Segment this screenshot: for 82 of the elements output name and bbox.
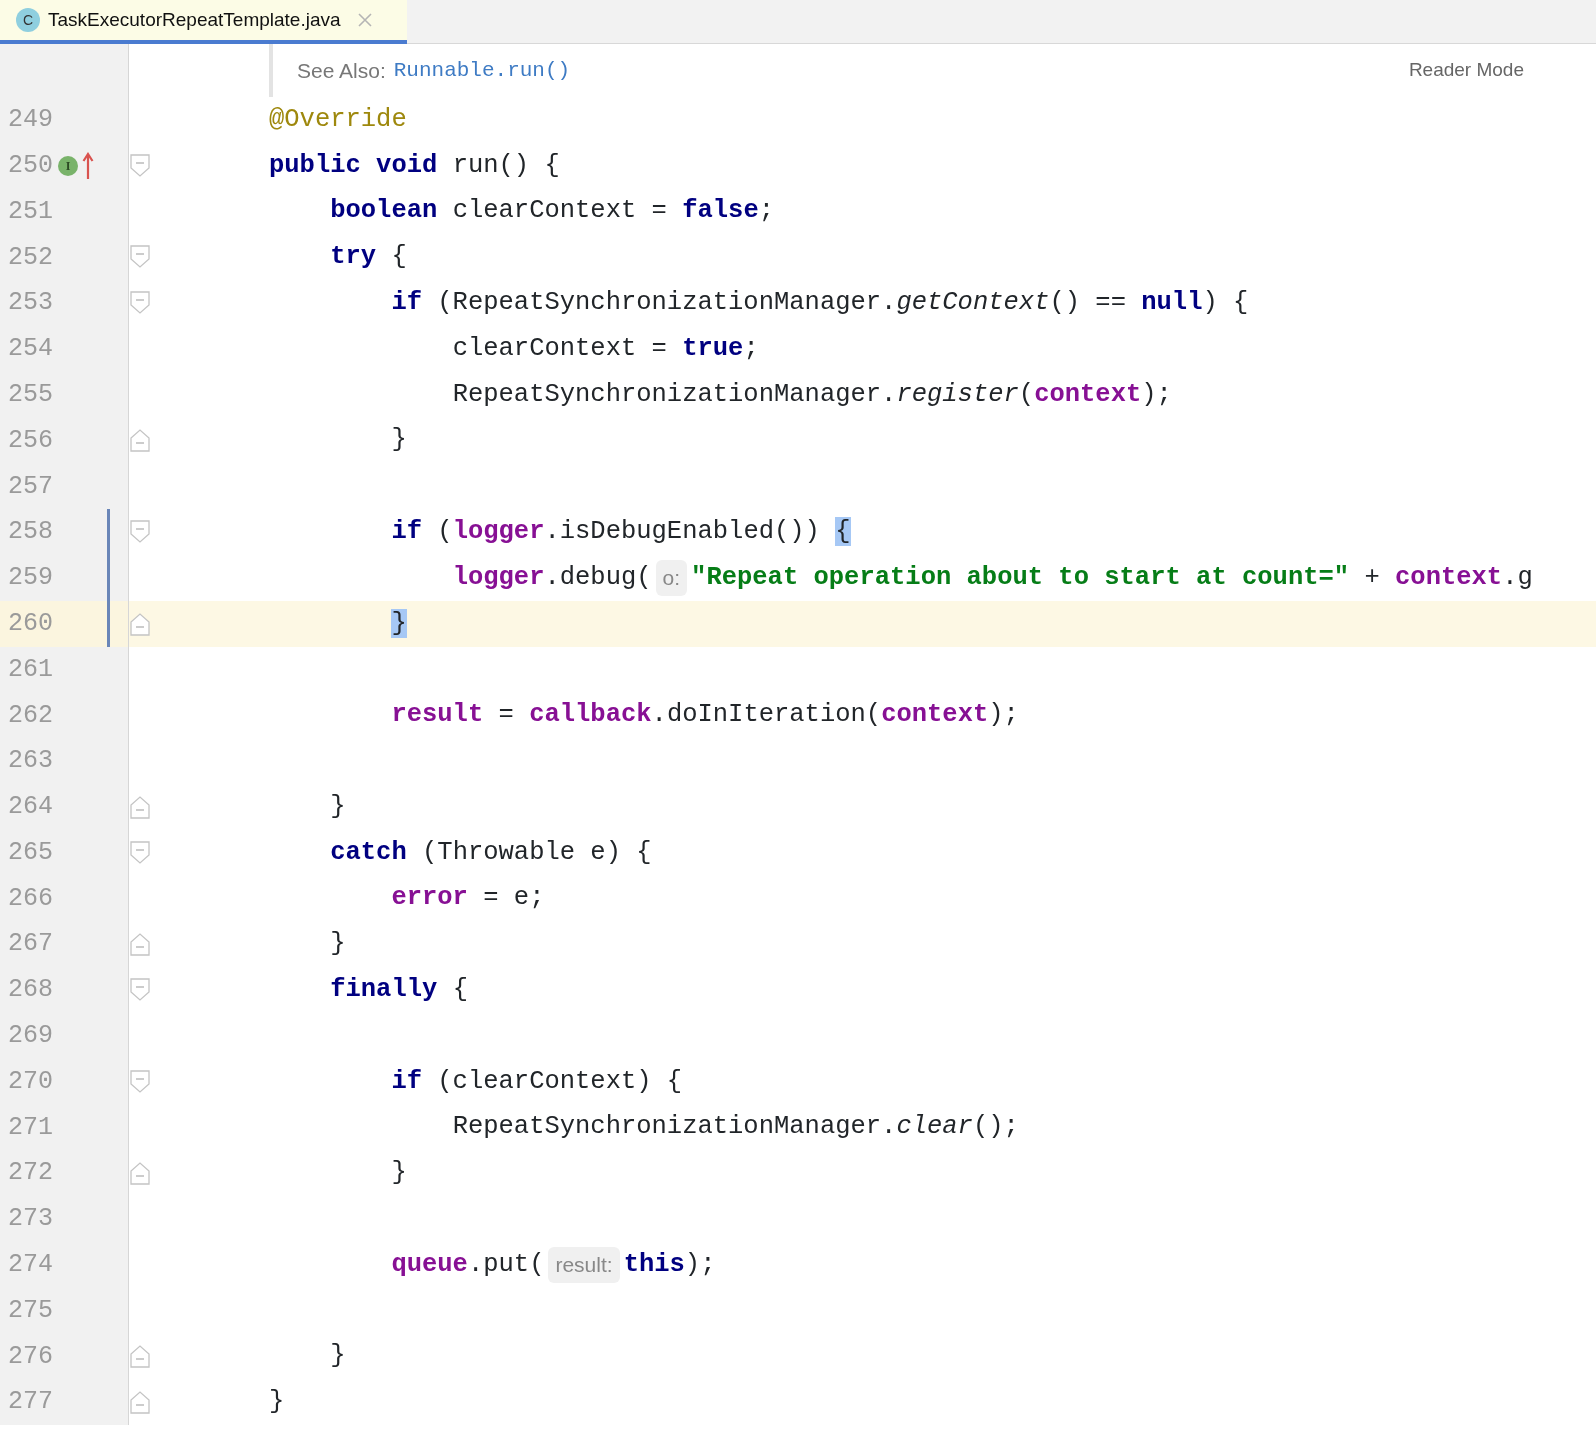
file-tab[interactable]: C TaskExecutorRepeatTemplate.java	[0, 0, 407, 44]
code-text: logger.debug(	[452, 561, 652, 594]
up-arrow-icon[interactable]	[82, 151, 94, 180]
code-text: RepeatSynchronizationManager.register(context);	[452, 378, 1172, 411]
code-text: }	[391, 607, 407, 640]
implements-marker[interactable]: I	[58, 155, 78, 176]
line-number: 277	[7, 1386, 54, 1419]
line-number: 260	[7, 607, 54, 640]
line-number: 249	[7, 104, 54, 137]
code-text: }	[391, 424, 407, 457]
fold-icon[interactable]	[130, 1069, 150, 1094]
doc-label: See Also:	[297, 57, 386, 84]
line-number: 258	[7, 516, 54, 549]
code-text: "Repeat operation about to start at count=" + context.g	[691, 561, 1533, 594]
doc-link[interactable]: Runnable.run()	[393, 54, 571, 87]
line-number: 270	[7, 1065, 54, 1098]
fold-end-icon[interactable]	[130, 428, 150, 453]
line-number: 256	[7, 424, 54, 457]
line-number: 269	[7, 1020, 54, 1053]
code-text: }	[391, 1157, 407, 1190]
fold-end-icon[interactable]	[130, 1390, 150, 1415]
line-number: 268	[7, 974, 54, 1007]
line-number: 262	[7, 699, 54, 732]
fold-icon[interactable]	[130, 291, 150, 316]
code-text: queue.put(	[391, 1248, 545, 1281]
code-text: finally {	[330, 973, 468, 1006]
code-text: public void run() {	[269, 149, 560, 182]
code-text: if (clearContext) {	[391, 1065, 683, 1098]
fold-end-icon[interactable]	[130, 1161, 150, 1186]
line-number: 274	[7, 1249, 54, 1282]
line-number: 250	[7, 149, 54, 182]
line-number: 276	[7, 1340, 54, 1373]
close-icon[interactable]	[356, 12, 373, 28]
line-number: 265	[7, 836, 54, 869]
fold-icon[interactable]	[130, 978, 150, 1003]
fold-icon[interactable]	[130, 153, 150, 178]
line-number: 259	[7, 562, 54, 595]
line-number: 267	[7, 928, 54, 961]
code-text: if (RepeatSynchronizationManager.getContext() == null) {	[391, 286, 1249, 319]
code-text: boolean clearContext = false;	[330, 195, 774, 228]
code-text: try {	[330, 241, 407, 274]
fold-end-icon[interactable]	[130, 611, 150, 636]
code-text: if (logger.isDebugEnabled()) {	[391, 515, 851, 548]
fold-icon[interactable]	[130, 520, 150, 545]
line-number: 251	[7, 195, 54, 228]
code-text: error = e;	[391, 882, 545, 915]
parameter-hint: o:	[655, 560, 688, 596]
reader-mode-link[interactable]: Reader Mode	[1408, 56, 1524, 85]
code-text: }	[269, 1386, 285, 1419]
change-marker[interactable]	[107, 600, 110, 647]
class-file-icon: C	[16, 8, 40, 32]
line-number: 261	[7, 653, 54, 686]
code-text: catch (Throwable e) {	[330, 836, 652, 869]
code-text: }	[330, 928, 346, 961]
line-number: 255	[7, 378, 54, 411]
line-number: 266	[7, 882, 54, 915]
line-number: 275	[7, 1294, 54, 1327]
fold-end-icon[interactable]	[130, 794, 150, 819]
fold-icon[interactable]	[130, 840, 150, 865]
code-text: this);	[623, 1248, 716, 1281]
change-marker[interactable]	[107, 509, 110, 555]
fold-icon[interactable]	[130, 245, 150, 270]
line-number: 253	[7, 287, 54, 320]
change-marker[interactable]	[107, 554, 110, 601]
code-text: result = callback.doInIteration(context);	[391, 699, 1019, 732]
code-text: @Override	[269, 103, 407, 136]
line-number: 272	[7, 1157, 54, 1190]
line-number: 263	[7, 745, 54, 778]
parameter-hint: result:	[548, 1247, 620, 1283]
code-text: RepeatSynchronizationManager.clear();	[452, 1111, 1019, 1144]
fold-end-icon[interactable]	[130, 1344, 150, 1369]
line-number: 273	[7, 1203, 54, 1236]
code-text: }	[330, 1340, 346, 1373]
code-text: clearContext = true;	[452, 332, 759, 365]
fold-end-icon[interactable]	[130, 932, 150, 957]
line-number: 271	[7, 1111, 54, 1144]
code-text: }	[330, 790, 346, 823]
line-number: 264	[7, 791, 54, 824]
tab-title: TaskExecutorRepeatTemplate.java	[48, 7, 341, 32]
line-number: 252	[7, 241, 54, 274]
line-number: 254	[7, 333, 54, 366]
line-number: 257	[7, 470, 54, 503]
